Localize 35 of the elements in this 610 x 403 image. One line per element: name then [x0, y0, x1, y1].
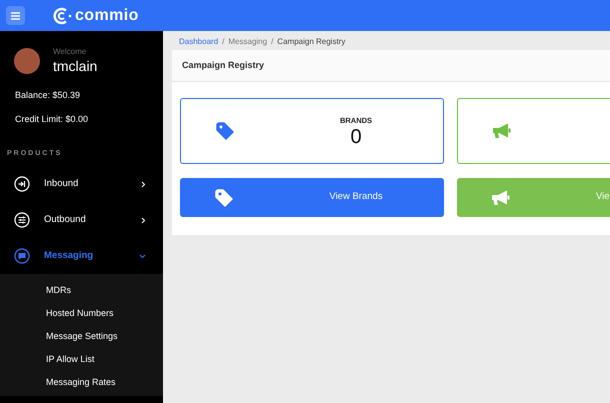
chevron-down-icon	[139, 254, 146, 258]
tag-icon	[216, 122, 234, 140]
welcome-label: Welcome	[53, 46, 88, 58]
credit-limit-text: Credit Limit: $0.00	[15, 113, 90, 126]
submenu-item[interactable]: Message Settings	[0, 325, 163, 348]
chevron-right-icon	[141, 216, 146, 224]
nav-item[interactable]: Messaging	[0, 238, 163, 274]
submenu-item[interactable]: Messaging Rates	[0, 371, 163, 394]
user-name: tmclain	[53, 58, 98, 76]
breadcrumb-separator: /	[222, 36, 224, 48]
card-title: Campaign Registry	[182, 58, 264, 72]
nav-item[interactable]: Outbound	[0, 202, 163, 238]
menu-button[interactable]	[6, 6, 25, 25]
balance-text: Balance: $50.39	[15, 88, 82, 102]
messaging-icon	[14, 248, 30, 264]
inbound-icon	[14, 176, 30, 192]
nav-item[interactable]: Inbound	[0, 166, 163, 202]
chevron-right-icon	[141, 180, 146, 188]
logo-text: commio	[75, 8, 139, 24]
breadcrumb-item: Messaging	[228, 36, 268, 48]
outbound-icon	[14, 212, 30, 228]
submenu-item[interactable]: Hosted Numbers	[0, 302, 163, 325]
submenu-item[interactable]: MDRs	[0, 279, 163, 302]
breadcrumb-separator: /	[271, 36, 274, 48]
view-button[interactable]: View Brands	[180, 178, 444, 217]
megaphone-icon	[492, 123, 512, 139]
submenu-item[interactable]: IP Allow List	[0, 348, 163, 371]
avatar	[14, 48, 40, 74]
menu-icon	[11, 12, 20, 20]
stat-value: 0	[350, 126, 362, 147]
megaphone-icon	[491, 190, 511, 206]
tag-icon	[215, 188, 233, 206]
logo-icon	[52, 6, 72, 24]
breadcrumb-link[interactable]: Dashboard	[179, 36, 218, 48]
breadcrumb-item: Campaign Registry	[277, 36, 346, 48]
